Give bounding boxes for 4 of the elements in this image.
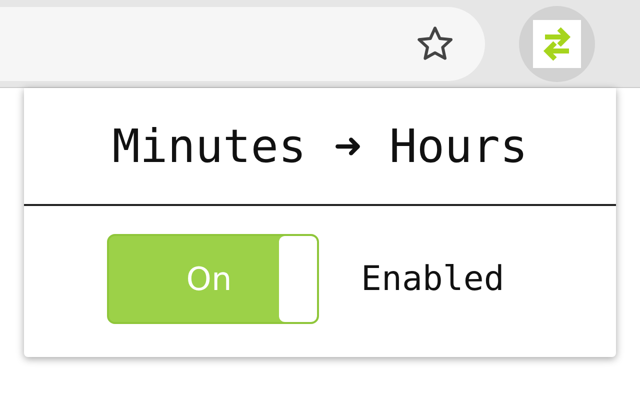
- toggle-switch[interactable]: On: [107, 234, 319, 324]
- swap-arrows-icon: [533, 20, 581, 68]
- status-label: Enabled: [361, 259, 504, 299]
- popup-title: Minutes ➜ Hours: [24, 88, 616, 206]
